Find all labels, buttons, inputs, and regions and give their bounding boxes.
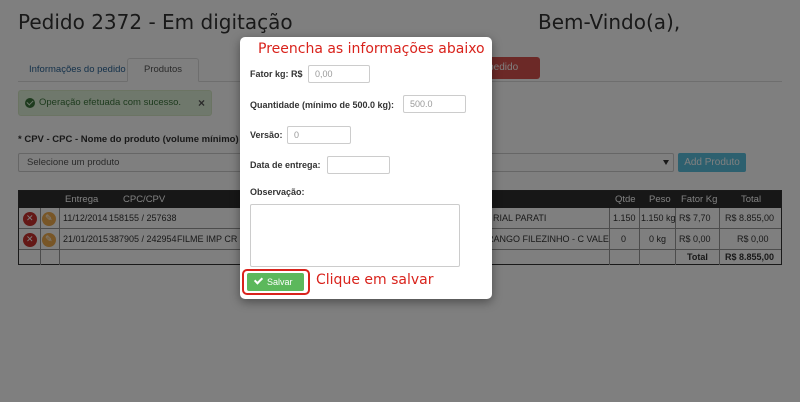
observacao-textarea[interactable]: [250, 204, 460, 267]
save-button-label: Salvar: [267, 277, 293, 287]
click-instruction-note: Clique em salvar: [316, 272, 434, 288]
save-button[interactable]: Salvar: [247, 273, 304, 291]
modal-heading: Preencha as informações abaixo: [258, 41, 485, 57]
checkmark-icon: [253, 276, 263, 286]
observacao-label: Observação:: [250, 187, 305, 197]
quantidade-input[interactable]: 500.0: [403, 95, 466, 113]
versao-input[interactable]: 0: [287, 126, 351, 144]
quantidade-label: Quantidade (mínimo de 500.0 kg):: [250, 100, 395, 110]
fator-input[interactable]: 0,00: [308, 65, 370, 83]
data-entrega-input[interactable]: [327, 156, 390, 174]
versao-label: Versão:: [250, 130, 283, 140]
data-entrega-label: Data de entrega:: [250, 160, 321, 170]
product-info-modal: Preencha as informações abaixo Fator kg:…: [240, 37, 492, 299]
fator-label: Fator kg: R$: [250, 69, 303, 79]
